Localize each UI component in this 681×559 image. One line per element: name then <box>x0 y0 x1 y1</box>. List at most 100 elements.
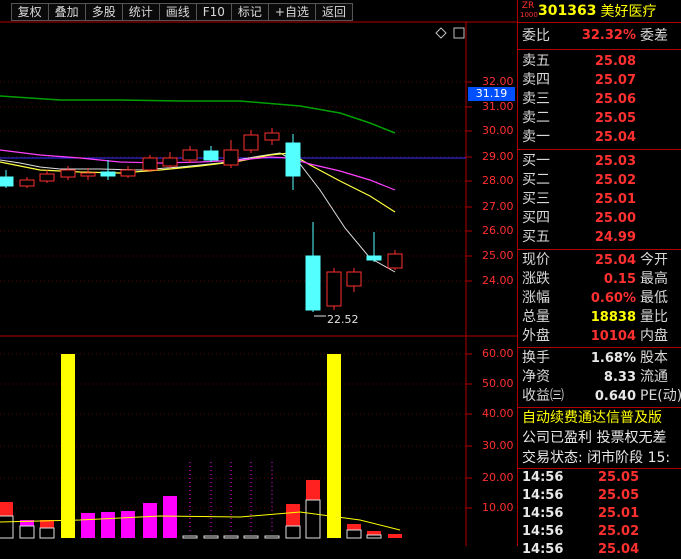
volume-axis-label: 40.00 <box>482 407 514 420</box>
buy-level-label: 买一 <box>522 153 550 169</box>
stat-row-label2: 最低 <box>640 290 668 306</box>
stat-row-label: 涨跌 <box>522 271 550 287</box>
quote-panel: ZR 1000 301363 美好医疗 委比 32.32% 委差 卖五 25.08… <box>517 0 681 557</box>
volume-bar <box>366 531 382 539</box>
stat-row-label2: 量比 <box>640 309 668 325</box>
stat2-row-label2: 流通 <box>640 369 668 385</box>
volume-bar <box>19 520 35 539</box>
volume-bar <box>203 535 219 539</box>
stat-row-label2: 今开 <box>640 252 668 268</box>
volume-bar <box>285 504 301 539</box>
tick-price: 25.04 <box>598 542 640 557</box>
buy-orders: 买一 25.03 买二 25.02 买三 25.01 买四 25.00 买五 24.99 <box>518 150 681 250</box>
diamond-icon[interactable] <box>435 27 447 39</box>
ma-line-long <box>0 95 396 134</box>
stat-row-label: 涨幅 <box>522 290 550 306</box>
sell-level-value: 25.04 <box>594 130 636 145</box>
volume-axis-label: 30.00 <box>482 439 514 452</box>
price-axis-label: 31.00 <box>482 100 514 113</box>
toolbar-button[interactable]: 标记 <box>230 3 268 21</box>
candlestick <box>19 177 35 188</box>
tick-time: 14:56 <box>522 488 564 503</box>
toolbar-button[interactable]: 多股 <box>84 3 122 21</box>
candlestick <box>366 232 382 262</box>
panel-toggle-icon[interactable] <box>453 27 465 39</box>
stock-name: 美好医疗 <box>600 4 657 20</box>
stat2-row-value: 1.68% <box>590 351 636 366</box>
toolbar-button[interactable]: 叠加 <box>47 3 85 21</box>
volume-bar <box>101 512 115 538</box>
stat2-row: 收益㈢ 0.640 PE(动) <box>518 387 681 406</box>
price-axis-label: 30.00 <box>482 124 514 137</box>
info-block: 自动续费通达信普及版 公司已盈利 投票权无差 交易状态: 闭市阶段 15: <box>518 408 681 469</box>
stat-row-value: 25.04 <box>594 253 636 268</box>
volume-bar <box>264 535 280 539</box>
stat2-row-value: 0.640 <box>594 389 636 404</box>
price-axis-label: 25.00 <box>482 249 514 262</box>
stat2-row-label2: 股本 <box>640 350 668 366</box>
volume-bar <box>182 535 198 539</box>
volume-bar <box>243 535 259 539</box>
tick-time: 14:56 <box>522 470 564 485</box>
toolbar-button[interactable]: F10 <box>195 3 231 21</box>
price-axis-label: 32.00 <box>482 75 514 88</box>
volume-bar <box>81 513 95 538</box>
volume-axis-label: 60.00 <box>482 347 514 360</box>
volume-bar <box>327 354 341 538</box>
buy-level: 买二 25.02 <box>518 171 681 190</box>
buy-level: 买一 25.03 <box>518 152 681 171</box>
volume-bar <box>223 535 239 539</box>
stat-row-value: 0.15 <box>603 272 636 287</box>
tick-price: 25.05 <box>598 488 640 503</box>
stat-row-label2: 内盘 <box>640 328 668 344</box>
sell-level-label: 卖一 <box>522 129 550 145</box>
stat2-row-label: 换手 <box>522 350 550 366</box>
buy-level-label: 买三 <box>522 191 550 207</box>
buy-level-value: 25.03 <box>594 154 636 169</box>
toolbar-button[interactable]: 统计 <box>121 3 159 21</box>
zr-badge: ZR 1000 <box>520 2 538 20</box>
price-axis-label: 24.00 <box>482 274 514 287</box>
buy-level-label: 买四 <box>522 210 550 226</box>
buy-level-value: 25.02 <box>594 173 636 188</box>
stat-row: 外盘 10104 内盘 <box>518 327 681 346</box>
tick-price: 25.01 <box>598 506 640 521</box>
stat-row: 现价 25.04 今开 <box>518 251 681 270</box>
sell-level-value: 25.06 <box>594 92 636 107</box>
sell-level-value: 25.07 <box>594 73 636 88</box>
stat-row: 涨跌 0.15 最高 <box>518 270 681 289</box>
weibi-row: 委比 32.32% 委差 <box>518 23 681 50</box>
candlestick <box>142 155 158 172</box>
toolbar-button[interactable]: 返回 <box>314 3 353 21</box>
sell-level: 卖二 25.05 <box>518 109 681 128</box>
buy-level-value: 25.00 <box>594 211 636 226</box>
info-line: 公司已盈利 投票权无差 <box>522 430 667 446</box>
candlestick <box>80 168 96 180</box>
stat-row: 总量 18838 量比 <box>518 308 681 327</box>
sell-orders: 卖五 25.08 卖四 25.07 卖三 25.06 卖二 25.05 卖一 25.04 <box>518 50 681 150</box>
buy-level: 买四 25.00 <box>518 209 681 228</box>
tick-row: 14:56 25.04 <box>518 541 681 559</box>
candlestick <box>387 250 403 270</box>
stat2-row-label: 收益㈢ <box>522 388 564 404</box>
price-axis-label: 27.00 <box>482 200 514 213</box>
candlestick <box>285 134 301 190</box>
stat-row-label: 现价 <box>522 252 550 268</box>
volume-bar <box>143 503 157 538</box>
kline-chart-area[interactable]: 复权 叠加 多股 统计 画线 F10 标记 +自选 返回 31.19 22.52 32.00 31… <box>0 0 517 546</box>
toolbar-button[interactable]: +自选 <box>267 3 315 21</box>
candlestick <box>162 152 178 168</box>
kline-chart[interactable] <box>0 0 517 546</box>
tick-time: 14:56 <box>522 524 564 539</box>
toolbar-button[interactable]: 画线 <box>158 3 196 21</box>
weicha-label: 委差 <box>640 28 668 44</box>
candlestick <box>346 268 362 292</box>
toolbar-button[interactable]: 复权 <box>10 3 48 21</box>
toolbar: 复权 叠加 多股 统计 画线 F10 标记 +自选 返回 <box>10 3 353 21</box>
sell-level-value: 25.05 <box>594 111 636 126</box>
volume-axis-label: 20.00 <box>482 471 514 484</box>
volume-bar <box>305 480 321 539</box>
sell-level-label: 卖三 <box>522 91 550 107</box>
tick-row: 14:56 25.02 <box>518 523 681 541</box>
candlestick <box>223 140 239 168</box>
